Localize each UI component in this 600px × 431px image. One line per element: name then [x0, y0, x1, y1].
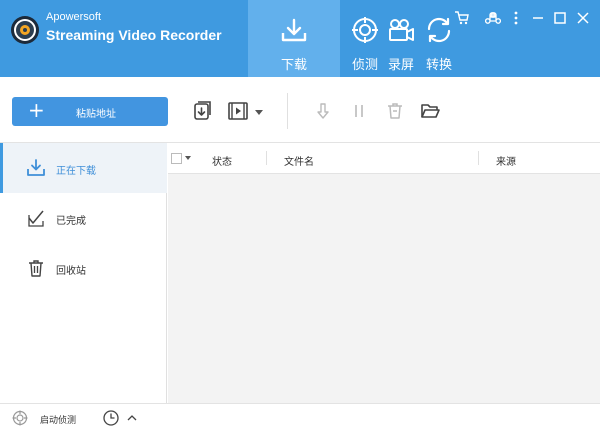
- toolbar-separator: [287, 93, 288, 129]
- detect-icon[interactable]: [12, 410, 28, 426]
- sidebar-item-label: 正在下载: [56, 166, 96, 177]
- nav-tab-detect[interactable]: 侦测: [348, 0, 382, 77]
- status-bar: 启动侦测: [0, 403, 600, 431]
- clock-icon[interactable]: [103, 410, 119, 426]
- download-tray-icon: [281, 18, 307, 42]
- maximize-icon[interactable]: [552, 10, 568, 26]
- completed-check-icon: [28, 210, 44, 227]
- video-format-icon[interactable]: [228, 101, 248, 121]
- import-download-icon[interactable]: [192, 101, 212, 121]
- sidebar-item-label: 已完成: [56, 216, 86, 227]
- column-separator: [266, 151, 267, 165]
- column-header-status[interactable]: 状态: [212, 153, 232, 168]
- pause-icon[interactable]: [349, 101, 369, 121]
- command-icon[interactable]: [485, 10, 501, 26]
- start-detect-label[interactable]: 启动侦测: [40, 413, 76, 426]
- title-bar: Apowersoft Streaming Video Recorder 下载 侦…: [0, 0, 600, 77]
- nav-tab-label: 转换: [425, 58, 452, 73]
- brand-product: Streaming Video Recorder: [46, 27, 222, 43]
- convert-icon: [427, 17, 451, 43]
- nav-tab-label: 录屏: [387, 58, 414, 73]
- column-header-filename[interactable]: 文件名: [284, 153, 314, 168]
- sidebar-item-downloading[interactable]: 正在下载: [0, 143, 167, 193]
- sidebar-item-completed[interactable]: 已完成: [0, 193, 167, 243]
- chevron-up-icon[interactable]: [126, 412, 138, 424]
- table-header: 状态 文件名 来源: [168, 143, 600, 174]
- start-download-icon[interactable]: [313, 101, 333, 121]
- sidebar-item-label: 回收站: [56, 266, 86, 277]
- toolbar: + 粘贴地址: [0, 77, 600, 143]
- sidebar-item-recycle-bin[interactable]: 回收站: [0, 243, 167, 293]
- app-logo-icon: [11, 16, 39, 44]
- minimize-icon[interactable]: [530, 10, 546, 26]
- paste-url-button[interactable]: + 粘贴地址: [12, 97, 168, 126]
- open-folder-icon[interactable]: [420, 101, 440, 121]
- select-dropdown-caret-icon[interactable]: [185, 156, 191, 160]
- download-list: 状态 文件名 来源: [168, 143, 600, 403]
- cart-icon[interactable]: [454, 10, 470, 26]
- brand-company: Apowersoft: [46, 11, 102, 23]
- downloading-icon: [27, 159, 45, 176]
- nav-tab-convert[interactable]: 转换: [422, 0, 456, 77]
- delete-icon[interactable]: [385, 101, 405, 121]
- close-icon[interactable]: [575, 10, 591, 26]
- sidebar: 正在下载 已完成 回收站: [0, 143, 167, 403]
- nav-tab-download[interactable]: 下载: [248, 0, 340, 77]
- nav-tab-label: 侦测: [351, 58, 378, 73]
- column-separator: [478, 151, 479, 165]
- column-header-source[interactable]: 来源: [496, 153, 516, 168]
- video-camera-icon: [389, 19, 414, 41]
- dropdown-caret-icon[interactable]: [254, 107, 264, 117]
- target-icon: [352, 17, 378, 43]
- nav-tab-label: 下载: [280, 58, 307, 73]
- more-icon[interactable]: [508, 10, 524, 26]
- nav-tab-record[interactable]: 录屏: [384, 0, 418, 77]
- select-all-checkbox[interactable]: [171, 153, 182, 164]
- paste-url-label: 粘贴地址: [76, 109, 116, 120]
- recycle-bin-icon: [29, 260, 43, 277]
